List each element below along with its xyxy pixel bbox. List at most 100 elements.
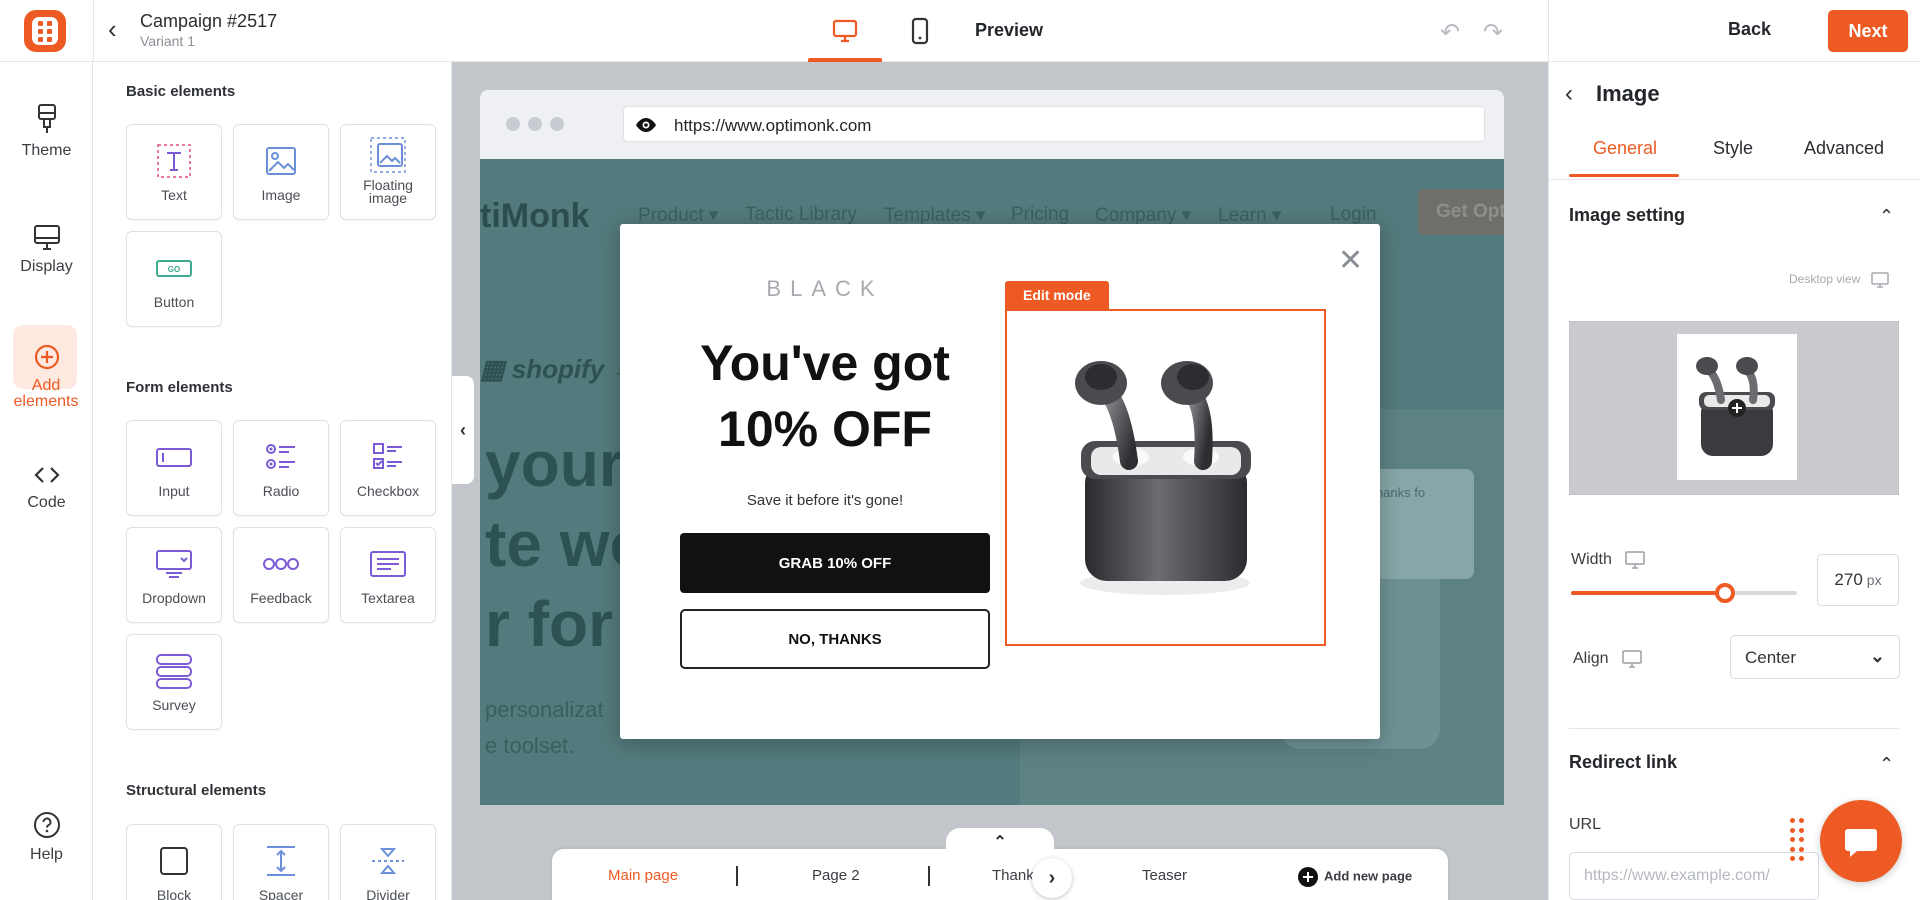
close-icon[interactable]: ✕ <box>1338 246 1363 276</box>
chat-icon <box>1845 829 1877 857</box>
mobile-icon <box>911 17 929 45</box>
nav-item-theme[interactable]: Theme <box>0 102 93 160</box>
desktop-view-button[interactable] <box>808 0 882 62</box>
page-tab-thank[interactable]: Thank <box>992 867 1034 884</box>
next-button[interactable]: Next <box>1828 10 1908 52</box>
nav-item-code[interactable]: Code <box>0 462 93 512</box>
width-input[interactable]: 270 px <box>1817 554 1899 606</box>
align-select[interactable]: Center ⌄ <box>1730 635 1900 679</box>
element-block[interactable]: Block <box>126 824 222 900</box>
element-text[interactable]: Text <box>126 124 222 220</box>
align-label-text: Align <box>1573 650 1609 668</box>
site-menu-item: Pricing <box>1011 204 1070 225</box>
desktop-view-text: Desktop view <box>1789 272 1861 287</box>
tab-advanced[interactable]: Advanced <box>1804 138 1884 159</box>
element-spacer[interactable]: Spacer <box>233 824 329 900</box>
page-tab-teaser[interactable]: Teaser <box>1142 867 1187 884</box>
earbuds-thumbnail <box>1696 357 1775 456</box>
radio-element-icon <box>266 444 295 469</box>
element-floating-image[interactable]: Floating image <box>340 124 436 220</box>
back-button[interactable]: Back <box>1728 19 1771 40</box>
width-slider-fill <box>1571 591 1725 595</box>
element-dropdown[interactable]: Dropdown <box>126 527 222 623</box>
site-menu-item: Tactic Library <box>745 204 857 225</box>
element-checkbox[interactable]: Checkbox <box>340 420 436 516</box>
popup-subtext[interactable]: Save it before it's gone! <box>660 492 990 509</box>
active-tab-indicator <box>1569 174 1679 177</box>
element-radio[interactable]: Radio <box>233 420 329 516</box>
elements-panel: Basic elements Text Image Floating image… <box>93 62 452 900</box>
element-image[interactable]: Image <box>233 124 329 220</box>
floating-image-icon <box>370 137 406 173</box>
site-hero-sub: personalizat <box>485 697 604 722</box>
expand-pages-button[interactable]: ⌃ <box>946 828 1054 858</box>
element-button[interactable]: GO Button <box>126 231 222 327</box>
chevron-left-icon[interactable]: ‹ <box>1565 80 1573 108</box>
tab-style[interactable]: Style <box>1713 138 1753 159</box>
add-new-page-button[interactable]: Add new page <box>1298 867 1412 887</box>
spacer-element-icon <box>267 846 295 876</box>
image-element-icon <box>266 147 296 175</box>
redirect-url-input[interactable]: https://www.example.com/ <box>1569 852 1819 900</box>
chat-button[interactable] <box>1820 800 1902 882</box>
width-slider-handle[interactable] <box>1714 583 1735 603</box>
nav-item-help[interactable]: Help <box>0 810 93 864</box>
tile-label: Image <box>261 187 301 203</box>
align-label: Align <box>1573 649 1643 669</box>
redo-icon[interactable]: ↷ <box>1483 18 1503 47</box>
section-title: Basic elements <box>126 83 236 100</box>
element-feedback[interactable]: Feedback <box>233 527 329 623</box>
no-thanks-button[interactable]: NO, THANKS <box>680 609 990 669</box>
undo-icon[interactable]: ↶ <box>1440 18 1460 47</box>
site-hero-line: your <box>485 428 624 500</box>
divider <box>1548 0 1549 62</box>
input-element-icon <box>156 448 192 467</box>
popup-headline[interactable]: You've got 10% OFF <box>660 330 990 462</box>
browser-dot <box>528 117 542 131</box>
tile-label: Feedback <box>250 590 312 606</box>
nav-label: Help <box>30 846 63 863</box>
element-divider[interactable]: Divider <box>340 824 436 900</box>
preview-button[interactable]: Preview <box>975 20 1043 41</box>
image-preview[interactable] <box>1569 321 1899 495</box>
site-logo: tiMonk <box>480 197 590 235</box>
nav-item-display[interactable]: Display <box>0 222 93 276</box>
element-textarea[interactable]: Textarea <box>340 527 436 623</box>
campaign-variant: Variant 1 <box>140 33 195 49</box>
drag-handle-icon[interactable] <box>1790 818 1808 862</box>
headline-line: You've got <box>700 335 950 391</box>
page-tab-main[interactable]: Main page <box>608 867 678 884</box>
chevron-right-icon[interactable]: › <box>1032 858 1072 898</box>
chevron-left-icon[interactable]: ‹ <box>108 16 117 42</box>
headline-line: 10% OFF <box>718 401 932 457</box>
monitor-icon <box>33 225 60 250</box>
survey-element-icon <box>156 654 192 689</box>
optimonk-logo[interactable] <box>24 10 66 52</box>
divider <box>93 0 94 62</box>
nav-item-add-elements[interactable]: Add elements <box>0 342 93 410</box>
chevron-up-icon[interactable]: ⌃ <box>1879 754 1894 775</box>
campaign-title: Campaign #2517 <box>140 11 278 31</box>
url-text: https://www.optimonk.com <box>674 116 872 135</box>
collapse-panel-button[interactable]: ‹ <box>452 376 474 484</box>
grab-discount-button[interactable]: GRAB 10% OFF <box>680 533 990 593</box>
plus-circle-icon <box>1298 867 1318 887</box>
panel-title: Image <box>1596 81 1660 106</box>
width-label: Width <box>1571 550 1646 570</box>
mobile-view-button[interactable] <box>888 0 952 62</box>
desktop-view-label: Desktop view <box>1789 271 1890 289</box>
chevron-up-icon[interactable]: ⌃ <box>1879 206 1894 227</box>
tile-label: Dropdown <box>142 590 206 606</box>
page-tab-2[interactable]: Page 2 <box>812 867 860 884</box>
top-bar: ‹ Campaign #2517 Variant 1 Preview ↶ ↷ B… <box>0 0 1920 62</box>
site-hero-sub: e toolset. <box>485 733 575 758</box>
element-survey[interactable]: Survey <box>126 634 222 730</box>
divider <box>1569 728 1899 729</box>
popup-image-selected[interactable] <box>1005 309 1326 646</box>
button-element-icon: GO <box>156 260 192 277</box>
element-input[interactable]: Input <box>126 420 222 516</box>
tile-label: Floating image <box>363 177 413 206</box>
textarea-element-icon <box>370 551 406 577</box>
tab-general[interactable]: General <box>1593 138 1657 159</box>
properties-panel: ‹ Image General Style Advanced Image set… <box>1548 62 1920 900</box>
